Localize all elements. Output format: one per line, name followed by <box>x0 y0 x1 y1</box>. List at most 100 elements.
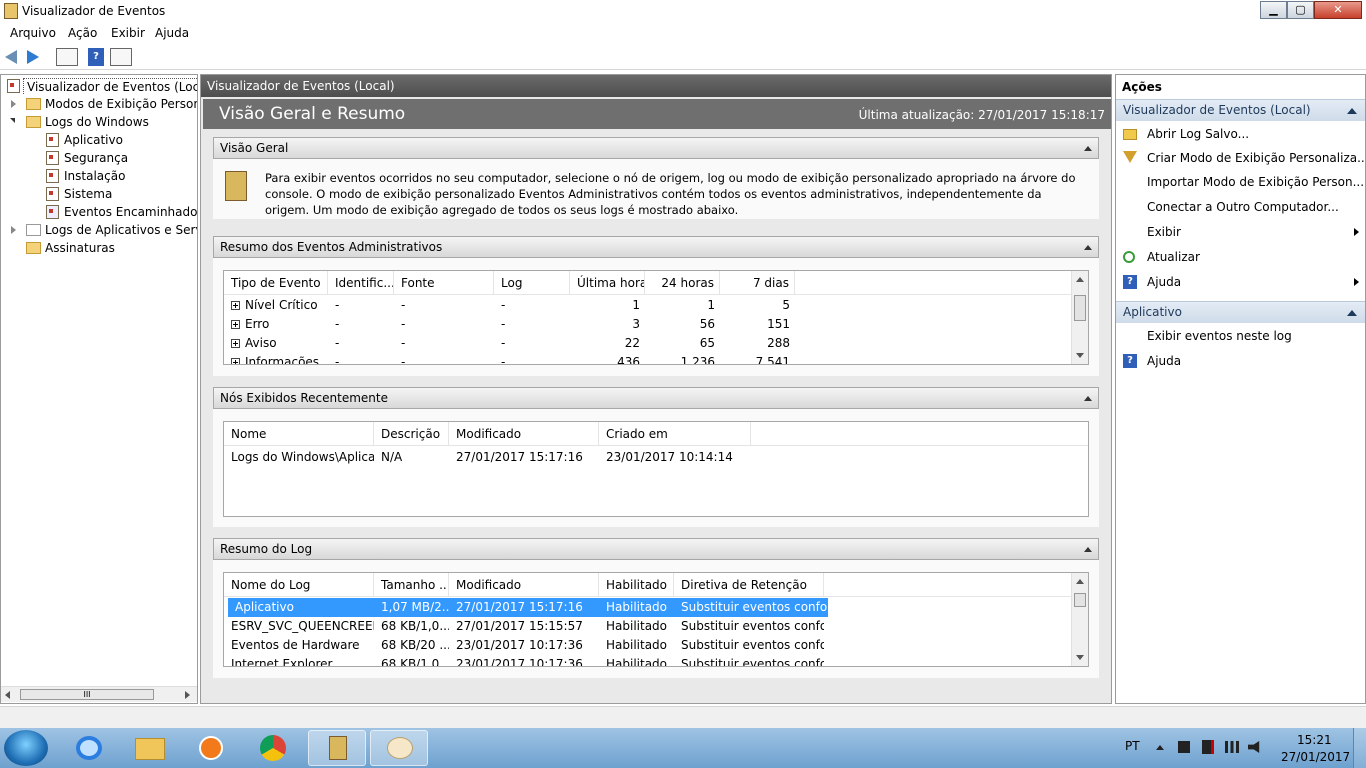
column-header[interactable]: Fonte <box>394 271 494 295</box>
language-indicator[interactable]: PT <box>1125 739 1140 753</box>
tree-item-seguranca[interactable]: Segurança <box>1 149 197 167</box>
scroll-down-icon[interactable] <box>1076 353 1084 358</box>
action-help[interactable]: ? Ajuda <box>1116 270 1365 294</box>
collapse-caret-icon[interactable] <box>1084 245 1092 250</box>
column-header[interactable]: Tipo de Evento <box>224 271 328 295</box>
tree-item-sistema[interactable]: Sistema <box>1 185 197 203</box>
collapse-caret-icon[interactable] <box>1084 547 1092 552</box>
help-icon[interactable]: ? <box>88 48 104 66</box>
close-button[interactable]: ✕ <box>1314 1 1362 19</box>
table-row-selected[interactable]: Aplicativo 1,07 MB/2... 27/01/2017 15:17… <box>228 598 828 617</box>
maximize-button[interactable]: ▢ <box>1287 1 1314 19</box>
column-header[interactable]: Modificado <box>449 573 599 597</box>
taskbar-chrome[interactable] <box>244 730 302 766</box>
tree-item-root[interactable]: Visualizador de Eventos (Local) <box>1 77 197 95</box>
start-button-icon[interactable] <box>4 730 48 766</box>
minimize-button[interactable]: ▁ <box>1260 1 1287 19</box>
actions-group-aplicativo[interactable]: Aplicativo <box>1116 301 1365 323</box>
scroll-thumb[interactable] <box>1074 295 1086 321</box>
column-header[interactable]: 24 horas <box>645 271 720 295</box>
column-header[interactable]: Diretiva de Retenção <box>674 573 824 597</box>
clock-date[interactable]: 27/01/2017 <box>1281 750 1350 764</box>
show-hidden-icons-icon[interactable] <box>1156 745 1164 750</box>
scroll-up-icon[interactable] <box>1076 277 1084 282</box>
action-help-aplicativo[interactable]: ? Ajuda <box>1116 349 1365 373</box>
scroll-thumb[interactable] <box>1074 593 1086 607</box>
menu-acao[interactable]: Ação <box>68 26 97 40</box>
table-row[interactable]: Informações - - - 436 1.236 7.541 <box>224 353 1072 364</box>
tree-item-custom-views[interactable]: Modos de Exibição Personalizados <box>1 95 197 113</box>
collapse-arrow-icon[interactable] <box>10 118 15 123</box>
collapse-caret-icon[interactable] <box>1084 396 1092 401</box>
scroll-down-icon[interactable] <box>1076 655 1084 660</box>
column-header[interactable]: Identific... <box>328 271 394 295</box>
collapse-caret-icon[interactable] <box>1347 310 1357 316</box>
tree-item-aplicativo[interactable]: Aplicativo <box>1 131 197 149</box>
scroll-thumb[interactable]: III <box>20 689 154 700</box>
scroll-up-icon[interactable] <box>1076 579 1084 584</box>
section-log-summary-header[interactable]: Resumo do Log <box>213 538 1099 560</box>
expand-arrow-icon[interactable] <box>11 226 16 234</box>
column-header[interactable]: Modificado <box>449 422 599 446</box>
scroll-left-icon[interactable] <box>5 691 10 699</box>
action-view[interactable]: Exibir <box>1116 220 1365 244</box>
actions-group-local[interactable]: Visualizador de Eventos (Local) <box>1116 99 1365 121</box>
expand-icon[interactable] <box>231 358 240 364</box>
vertical-scrollbar[interactable] <box>1071 271 1088 364</box>
action-refresh[interactable]: Atualizar <box>1116 245 1365 269</box>
table-row[interactable]: Erro - - - 3 56 151 <box>224 315 1072 334</box>
table-row[interactable]: Eventos de Hardware 68 KB/20 ... 23/01/2… <box>224 636 1072 655</box>
forward-arrow-icon[interactable] <box>27 50 39 64</box>
table-row[interactable]: Logs do Windows\Aplica... N/A 27/01/2017… <box>224 448 1088 467</box>
tree-item-subscriptions[interactable]: Assinaturas <box>1 239 197 257</box>
table-row[interactable]: Internet Explorer 68 KB/1,0... 23/01/201… <box>224 655 1072 666</box>
section-admin-summary-header[interactable]: Resumo dos Eventos Administrativos <box>213 236 1099 258</box>
table-row[interactable]: Aviso - - - 22 65 288 <box>224 334 1072 353</box>
column-header[interactable]: Log <box>494 271 570 295</box>
network-signal-icon[interactable] <box>1225 741 1239 753</box>
column-header[interactable]: 7 dias <box>720 271 795 295</box>
action-connect-computer[interactable]: Conectar a Outro Computador... <box>1116 195 1365 219</box>
section-recent-header[interactable]: Nós Exibidos Recentemente <box>213 387 1099 409</box>
taskbar-internet-explorer[interactable] <box>60 730 118 766</box>
column-header[interactable]: Criado em <box>599 422 751 446</box>
expand-icon[interactable] <box>231 301 240 310</box>
scroll-right-icon[interactable] <box>185 691 190 699</box>
column-header[interactable]: Nome do Log <box>224 573 374 597</box>
tree-item-instalacao[interactable]: Instalação <box>1 167 197 185</box>
action-import-custom-view[interactable]: Importar Modo de Exibição Person... <box>1116 170 1365 194</box>
taskbar-media-player[interactable] <box>182 730 240 766</box>
taskbar-explorer[interactable] <box>121 730 179 766</box>
show-desktop-button[interactable] <box>1353 728 1366 768</box>
action-center-flag-icon[interactable] <box>1178 741 1190 753</box>
column-header[interactable]: Descrição <box>374 422 449 446</box>
show-hide-console-tree-icon[interactable] <box>56 48 78 66</box>
menu-exibir[interactable]: Exibir <box>111 26 145 40</box>
menu-arquivo[interactable]: Arquivo <box>10 26 56 40</box>
column-header[interactable]: Última hora <box>570 271 645 295</box>
table-row[interactable]: ESRV_SVC_QUEENCREEK 68 KB/1,0... 27/01/2… <box>224 617 1072 636</box>
back-arrow-icon[interactable] <box>5 50 17 64</box>
tree-item-windows-logs[interactable]: Logs do Windows <box>1 113 197 131</box>
expand-icon[interactable] <box>231 339 240 348</box>
taskbar-event-viewer[interactable] <box>308 730 366 766</box>
action-open-saved-log[interactable]: Abrir Log Salvo... <box>1116 122 1365 146</box>
clock-time[interactable]: 15:21 <box>1297 733 1332 747</box>
expand-icon[interactable] <box>231 320 240 329</box>
show-hide-action-pane-icon[interactable] <box>110 48 132 66</box>
expand-arrow-icon[interactable] <box>11 100 16 108</box>
tree-horizontal-scrollbar[interactable]: III <box>1 686 197 702</box>
menu-ajuda[interactable]: Ajuda <box>155 26 189 40</box>
collapse-caret-icon[interactable] <box>1084 146 1092 151</box>
column-header[interactable]: Nome <box>224 422 374 446</box>
power-icon[interactable] <box>1202 740 1214 754</box>
collapse-caret-icon[interactable] <box>1347 108 1357 114</box>
section-visao-geral-header[interactable]: Visão Geral <box>213 137 1099 159</box>
column-header[interactable]: Habilitado <box>599 573 674 597</box>
tree-item-eventos-encaminhados[interactable]: Eventos Encaminhados <box>1 203 197 221</box>
tree-item-app-logs[interactable]: Logs de Aplicativos e Serviços <box>1 221 197 239</box>
vertical-scrollbar[interactable] <box>1071 573 1088 666</box>
action-create-custom-view[interactable]: Criar Modo de Exibição Personaliza... <box>1116 146 1366 170</box>
action-view-events-in-log[interactable]: Exibir eventos neste log <box>1116 324 1365 348</box>
table-row[interactable]: Nível Crítico - - - 1 1 5 <box>224 296 1072 315</box>
